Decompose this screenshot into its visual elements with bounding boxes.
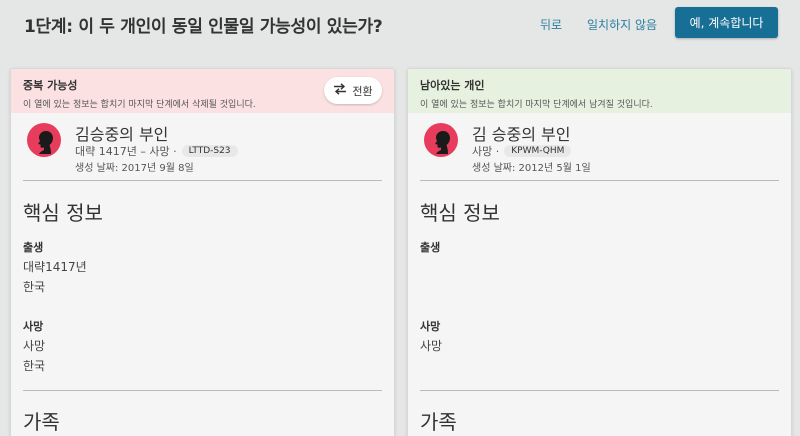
death-date: 사망 (420, 339, 443, 353)
female-silhouette-icon (27, 131, 61, 157)
card-header: 중복 가능성 이 열에 있는 정보는 합치기 마지막 단계에서 삭제될 것입니다… (11, 69, 394, 113)
card-header-title: 중복 가능성 (23, 79, 78, 92)
created-date: 생성 날짜: 2017년 9월 8일 (75, 163, 194, 174)
person-name[interactable]: 김승중의 부인 (75, 121, 168, 145)
death-label: 사망 (23, 320, 44, 333)
death-date: 사망 (23, 339, 46, 353)
card-header: 남아있는 개인 이 열에 있는 정보는 합치기 마지막 단계에서 남겨질 것입니… (408, 69, 791, 113)
lifespan-text: 대략 1417년 – 사망 · (75, 145, 177, 158)
page-title: 1단계: 이 두 개인이 동일 인물일 가능성이 있는가? (24, 17, 383, 37)
death-place: 한국 (23, 359, 46, 373)
person-id-badge: KPWM-QHM (504, 145, 572, 157)
card-header-subtitle: 이 열에 있는 정보는 합치기 마지막 단계에서 남겨질 것입니다. (420, 100, 653, 110)
swap-label: 전환 (352, 84, 373, 98)
birth-place: 한국 (23, 280, 46, 294)
divider (420, 390, 779, 391)
avatar (27, 123, 61, 157)
created-date: 생성 날짜: 2012년 5월 1일 (472, 163, 591, 174)
birth-date: 대략1417년 (23, 260, 87, 274)
lifespan-text: 사망 · (472, 145, 500, 158)
family-heading: 가족 (23, 410, 60, 434)
top-bar: 1단계: 이 두 개인이 동일 인물일 가능성이 있는가? 뒤로 일치하지 않음… (0, 0, 800, 50)
surviving-person-card: 남아있는 개인 이 열에 있는 정보는 합치기 마지막 단계에서 남겨질 것입니… (407, 68, 792, 436)
card-header-subtitle: 이 열에 있는 정보는 합치기 마지막 단계에서 삭제될 것입니다. (23, 100, 256, 110)
swap-button[interactable]: 전환 (324, 77, 382, 104)
person-name[interactable]: 김 승중의 부인 (472, 121, 571, 145)
back-button[interactable]: 뒤로 (540, 16, 562, 33)
card-header-title: 남아있는 개인 (420, 79, 485, 92)
core-info-heading: 핵심 정보 (420, 201, 500, 225)
divider (23, 180, 382, 181)
person-lifespan: 사망 · KPWM-QHM (472, 143, 572, 159)
female-silhouette-icon (424, 131, 458, 157)
divider (420, 180, 779, 181)
birth-label: 출생 (420, 241, 441, 254)
death-label: 사망 (420, 320, 441, 333)
birth-label: 출생 (23, 241, 44, 254)
possible-duplicate-card: 중복 가능성 이 열에 있는 정보는 합치기 마지막 단계에서 삭제될 것입니다… (10, 68, 395, 436)
person-id-badge: LTTD-S23 (181, 145, 238, 157)
divider (23, 390, 382, 391)
swap-arrows-icon (333, 83, 347, 98)
avatar (424, 123, 458, 157)
not-a-match-button[interactable]: 일치하지 않음 (587, 16, 657, 33)
core-info-heading: 핵심 정보 (23, 201, 103, 225)
family-heading: 가족 (420, 410, 457, 434)
person-lifespan: 대략 1417년 – 사망 · LTTD-S23 (75, 143, 238, 159)
continue-button[interactable]: 예, 계속합니다 (675, 7, 778, 38)
